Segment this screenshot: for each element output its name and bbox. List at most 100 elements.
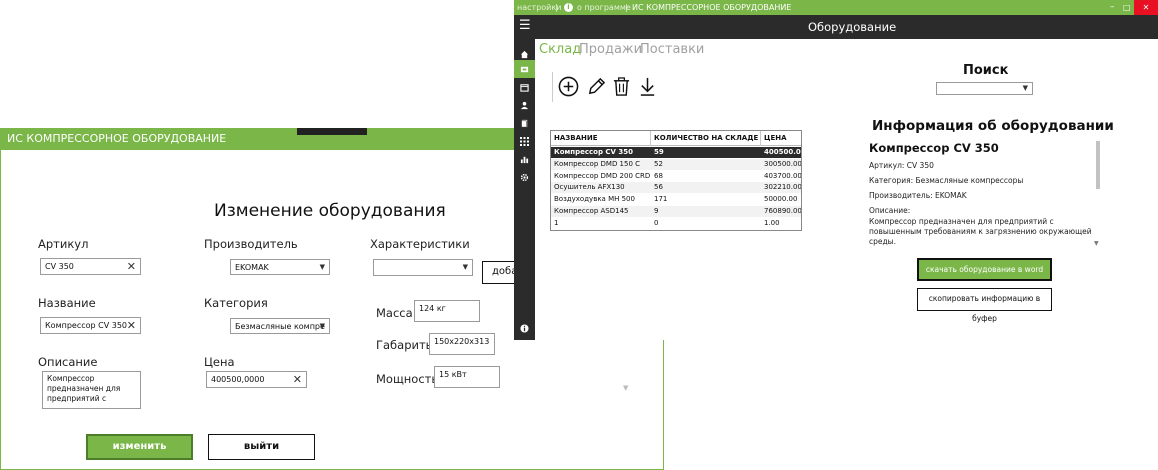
app-bar-title: Оборудование (808, 20, 897, 34)
scroll-down-icon[interactable]: ▼ (623, 384, 628, 392)
table-cell: 68 (654, 171, 663, 180)
info-product-name: Компрессор CV 350 (869, 141, 999, 155)
price-input[interactable]: 400500,0000 ✕ (206, 371, 307, 388)
table-cell: 171 (654, 195, 668, 204)
characteristics-select[interactable]: ▼ (373, 259, 473, 276)
manufacturer-label: Производитель (204, 237, 298, 251)
category-select[interactable]: Безмасляные компре ▼ (230, 318, 330, 334)
main-window-title: ИС КОМПРЕССОРНОЕ ОБОРУДОВАНИЕ (632, 3, 792, 12)
info-heading: Информация об оборудовании (872, 118, 1114, 134)
tab-warehouse[interactable]: Склад (539, 42, 581, 57)
table-row[interactable]: Компрессор DMD 150 C 52 300500.00 (551, 158, 801, 170)
table-row[interactable]: 1 0 1.00 (551, 218, 801, 229)
info-description: Компрессор предназначен для предприятий … (869, 217, 1092, 246)
chart-icon[interactable] (514, 150, 535, 168)
download-icon[interactable] (638, 76, 657, 101)
power-input[interactable]: 15 кВт (434, 366, 500, 388)
maximize-icon[interactable]: □ (1123, 0, 1131, 15)
table-cell: Воздуходувка MH 500 (554, 195, 635, 204)
mass-input[interactable]: 124 кг (414, 300, 480, 322)
add-characteristic-button[interactable]: доба (482, 261, 516, 284)
hamburger-menu-icon[interactable]: ☰ (519, 17, 531, 35)
info-icon[interactable] (514, 319, 535, 337)
category-select-value: Безмасляные компре (235, 322, 325, 331)
article-input-value: CV 350 (45, 262, 74, 271)
exit-button[interactable]: выйти (208, 434, 315, 460)
column-header-name[interactable]: НАЗВАНИЕ (551, 131, 651, 146)
info-article: Артикул: CV 350 (869, 161, 934, 170)
table-cell: 0 (654, 218, 659, 227)
table-cell: Осушитель AFX130 (554, 183, 625, 192)
gear-icon[interactable] (514, 168, 535, 186)
minimize-icon[interactable]: – (1110, 0, 1115, 15)
column-header-price[interactable]: ЦЕНА (761, 131, 801, 146)
edit-heading: Изменение оборудования (214, 201, 446, 221)
table-cell: 50000.00 (764, 195, 798, 204)
close-icon[interactable]: ✕ (1134, 0, 1158, 15)
add-icon[interactable] (558, 76, 579, 101)
table-cell: 760890.00 (764, 207, 801, 215)
search-title: Поиск (963, 63, 1009, 78)
tab-sales[interactable]: Продажи (579, 42, 642, 57)
table-cell: Компрессор CV 350 (554, 148, 634, 156)
table-cell: 300500.00 (764, 159, 801, 168)
chevron-down-icon: ▼ (462, 263, 468, 271)
table-row[interactable]: Воздуходувка MH 500 171 50000.00 (551, 194, 801, 205)
manufacturer-select[interactable]: EKOMAK ▼ (230, 259, 330, 275)
info-description-label: Описание: (869, 206, 911, 215)
column-header-quantity[interactable]: КОЛИЧЕСТВО НА СКЛАДЕ (651, 131, 761, 146)
table-cell: 400500.00 (764, 148, 801, 156)
description-label: Описание (38, 355, 98, 369)
table-cell: Компрессор DMD 200 CRD (554, 171, 651, 180)
main-equipment-window: настройки | i о программе | ИС КОМПРЕССО… (514, 0, 1158, 340)
delete-trash-icon[interactable] (612, 76, 631, 101)
table-row[interactable]: Компрессор CV 350 59 400500.00 (551, 147, 801, 158)
name-input-value: Компрессор CV 350 (45, 321, 128, 330)
info-manufacturer: Производитель: EKOMAK (869, 191, 967, 200)
table-row[interactable]: Компрессор ASD145 9 760890.00 (551, 206, 801, 217)
clear-icon[interactable]: ✕ (127, 261, 136, 273)
change-button[interactable]: изменить (86, 434, 193, 460)
chevron-down-icon: ▼ (319, 263, 325, 271)
download-word-button[interactable]: скачать оборудование в word (917, 258, 1052, 281)
scroll-down-icon[interactable]: ▼ (1094, 240, 1099, 247)
table-cell: 1 (554, 218, 559, 227)
table-cell: 56 (654, 183, 663, 192)
table-cell: 403700.00 (764, 171, 801, 180)
chevron-down-icon: ▼ (1022, 84, 1028, 92)
info-category: Категория: Безмасляные компрессоры (869, 176, 1024, 185)
clear-icon[interactable]: ✕ (127, 320, 136, 332)
name-input[interactable]: Компрессор CV 350 ✕ (40, 317, 141, 334)
price-label: Цена (204, 355, 235, 369)
table-header: НАЗВАНИЕ КОЛИЧЕСТВО НА СКЛАДЕ ЦЕНА (551, 131, 801, 146)
about-menu[interactable]: о программе (577, 0, 631, 15)
app-bar: ☰ Оборудование (514, 15, 1158, 39)
edit-pencil-icon[interactable] (586, 76, 607, 101)
tab-supplies[interactable]: Поставки (640, 42, 704, 57)
documents-icon[interactable] (514, 114, 535, 132)
name-label: Название (38, 296, 96, 310)
clear-icon[interactable]: ✕ (293, 374, 302, 386)
table-row[interactable]: Осушитель AFX130 56 302210.00 (551, 182, 801, 194)
table-cell: 1.00 (764, 218, 780, 227)
price-input-value: 400500,0000 (211, 375, 265, 384)
article-label: Артикул (38, 237, 89, 251)
table-cell: 59 (654, 148, 664, 156)
table-cell: Компрессор DMD 150 C (554, 159, 641, 168)
mass-label: Масса: (376, 306, 417, 320)
dimensions-input[interactable]: 150x220x313 (429, 333, 495, 355)
description-textarea[interactable]: Компрессор предназначен для предприятий … (42, 371, 141, 409)
table-row[interactable]: Компрессор DMD 200 CRD 68 403700.00 (551, 171, 801, 182)
calendar-icon[interactable] (514, 78, 535, 96)
power-label: Мощность: (376, 372, 443, 386)
search-select[interactable]: ▼ (936, 82, 1033, 95)
article-input[interactable]: CV 350 ✕ (40, 258, 141, 275)
grid-icon[interactable] (514, 132, 535, 150)
user-icon[interactable] (514, 96, 535, 114)
copy-to-buffer-button[interactable]: скопировать информацию в буфер (917, 288, 1052, 323)
info-scrollbar[interactable] (1096, 141, 1100, 189)
toolbar-separator (552, 72, 553, 102)
chevron-down-icon: ▼ (319, 322, 325, 330)
table-cell: 52 (654, 159, 663, 168)
warehouse-icon[interactable] (514, 60, 535, 78)
